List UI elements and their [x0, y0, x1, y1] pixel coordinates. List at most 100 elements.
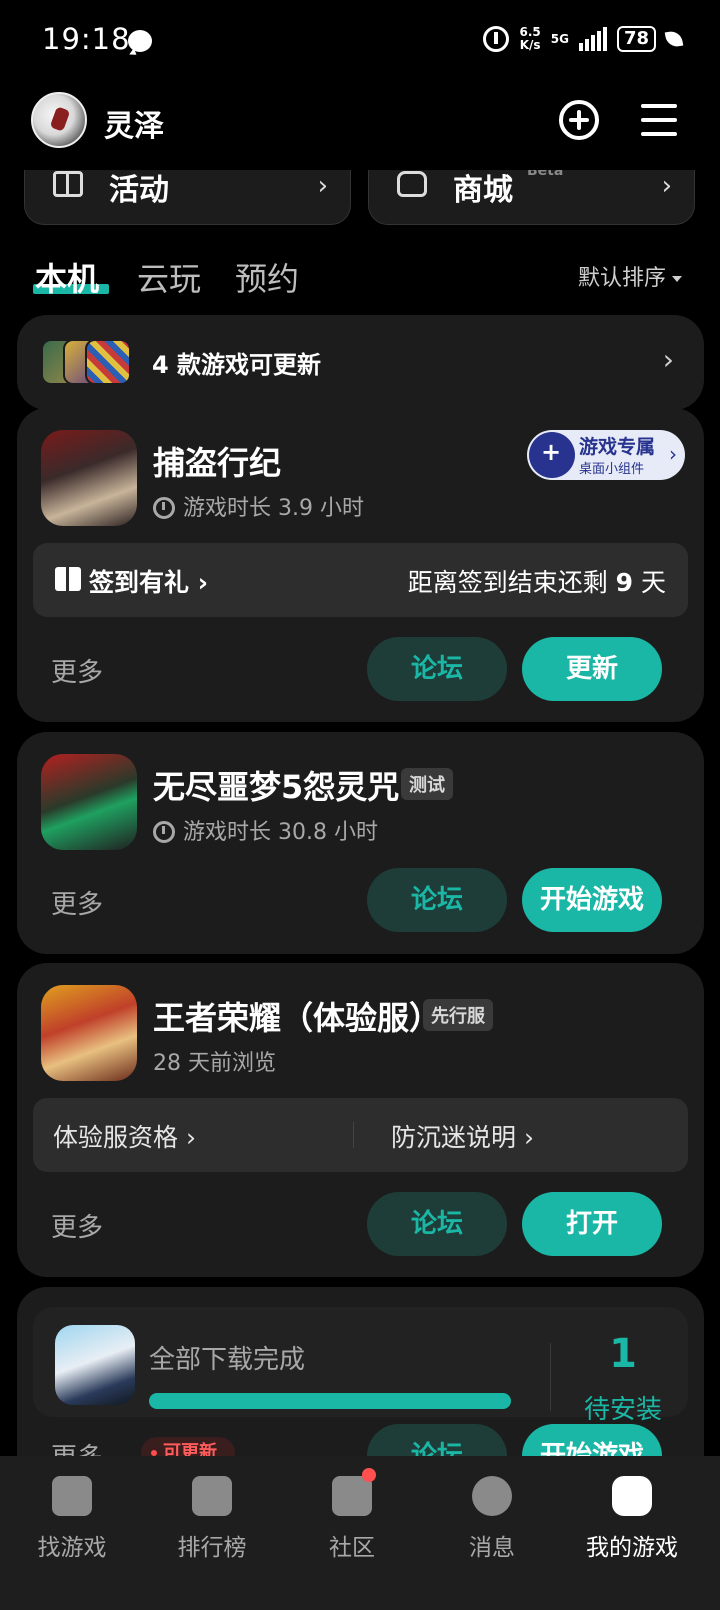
game-title: 王者荣耀（体验服） [153, 999, 442, 1037]
forum-button[interactable]: 论坛 [367, 1192, 507, 1256]
tab-reserve[interactable]: 预约 [235, 254, 299, 300]
nav-rankings[interactable]: 排行榜 [140, 1456, 284, 1610]
ranking-icon [192, 1476, 232, 1516]
game-icon[interactable] [41, 754, 137, 850]
network-type: 5G [550, 32, 569, 46]
nav-label: 找游戏 [37, 1535, 107, 1561]
nav-label: 社区 [329, 1535, 375, 1561]
signin-reward-link[interactable]: 签到有礼 › [89, 563, 208, 599]
divider [353, 1122, 354, 1148]
network-speed-unit: K/s [519, 38, 541, 52]
game-title: 捕盗行纪 [153, 444, 282, 482]
nav-find-games[interactable]: 找游戏 [0, 1456, 144, 1610]
countdown-days: 9 [615, 568, 634, 597]
download-status-text: 全部下载完成 [149, 1345, 306, 1375]
download-status-box[interactable]: 全部下载完成 1 待安装 [33, 1307, 688, 1425]
widget-badge-title: 游戏专属 [579, 436, 656, 458]
tab-bar: 本机 云玩 预约 默认排序 [0, 250, 720, 300]
desktop-widget-badge[interactable]: 游戏专属 桌面小组件 › [527, 430, 685, 480]
playtime: 游戏时长 30.8 小时 [153, 814, 378, 846]
chevron-right-icon: › [661, 171, 672, 201]
timer-icon [153, 497, 175, 519]
update-game-icons [41, 339, 133, 385]
tab-cloud[interactable]: 云玩 [137, 254, 201, 300]
game-card: 王者荣耀（体验服） 先行服 28 天前浏览 体验服资格 › 防沉迷说明 › 更多… [17, 963, 704, 1277]
update-count-text: 4 款游戏可更新 [152, 351, 322, 379]
game-icon[interactable] [41, 430, 137, 526]
nav-label: 排行榜 [177, 1535, 247, 1561]
game-title: 无尽噩梦5怨灵咒 [153, 768, 400, 806]
playtime-text: 游戏时长 30.8 小时 [183, 820, 378, 845]
nav-my-games[interactable]: 我的游戏 [560, 1456, 704, 1610]
divider [550, 1343, 551, 1411]
add-circle-icon[interactable] [559, 100, 599, 140]
avatar[interactable] [31, 92, 87, 148]
nav-label: 我的游戏 [586, 1535, 678, 1561]
game-icon [55, 1325, 135, 1405]
game-card: 无尽噩梦5怨灵咒 测试 游戏时长 30.8 小时 更多 论坛 开始游戏 [17, 732, 704, 954]
anti-addiction-link[interactable]: 防沉迷说明 › [391, 1118, 534, 1154]
widget-badge-subtitle: 桌面小组件 [579, 462, 645, 477]
status-indicators: 6.5 K/s 5G 78 [483, 26, 684, 52]
tab-local[interactable]: 本机 [35, 254, 99, 300]
forum-button[interactable]: 论坛 [367, 868, 507, 932]
download-progress-bar [149, 1393, 511, 1409]
username[interactable]: 灵泽 [104, 101, 164, 145]
forum-button[interactable]: 论坛 [367, 637, 507, 701]
message-icon [472, 1476, 512, 1516]
nav-messages[interactable]: 消息 [420, 1456, 564, 1610]
find-game-icon [52, 1476, 92, 1516]
timer-icon [153, 821, 175, 843]
update-notice-card[interactable]: 4 款游戏可更新 › [17, 315, 704, 410]
chevron-right-icon: › [317, 171, 328, 201]
status-bar: 19:18 6.5 K/s 5G 78 [0, 0, 720, 84]
caret-down-icon [672, 276, 682, 282]
shop-label: 商城 [453, 173, 513, 208]
trial-server-eligibility-link[interactable]: 体验服资格 › [53, 1118, 196, 1154]
sort-dropdown[interactable]: 默认排序 [578, 260, 682, 292]
notification-dot [362, 1468, 376, 1482]
power-saving-icon [664, 29, 684, 49]
more-link[interactable]: 更多 [51, 652, 103, 689]
gift-box-icon [53, 171, 83, 197]
countdown-suffix: 天 [633, 568, 666, 597]
chevron-right-icon: › [669, 442, 677, 466]
my-games-icon [612, 1476, 652, 1516]
more-link[interactable]: 更多 [51, 884, 103, 921]
start-game-button[interactable]: 开始游戏 [522, 868, 662, 932]
sort-label: 默认排序 [577, 266, 666, 291]
bottom-navigation: 找游戏 排行榜 社区 消息 我的游戏 [0, 1456, 720, 1610]
community-icon [332, 1476, 372, 1516]
menu-icon[interactable] [641, 104, 677, 136]
data-saver-icon [483, 26, 510, 52]
signal-icon [578, 27, 607, 51]
gamepad-icon [529, 432, 575, 478]
nav-community[interactable]: 社区 [280, 1456, 424, 1610]
game-icon[interactable] [41, 985, 137, 1081]
battery-indicator: 78 [616, 26, 656, 52]
game-card: 捕盗行纪 游戏时长 3.9 小时 游戏专属 桌面小组件 › 签到有礼 › 距离签… [17, 408, 704, 722]
open-button[interactable]: 打开 [522, 1192, 662, 1256]
more-link[interactable]: 更多 [51, 1207, 103, 1244]
playtime: 游戏时长 3.9 小时 [153, 490, 364, 522]
signin-countdown: 距离签到结束还剩 9 天 [408, 563, 666, 599]
countdown-prefix: 距离签到结束还剩 [407, 568, 616, 597]
shop-bag-icon [397, 171, 427, 197]
status-time: 19:18 [42, 22, 131, 56]
header: 灵泽 [0, 84, 720, 166]
gift-icon [55, 567, 81, 591]
pending-install-count: 1 [609, 1331, 637, 1377]
activity-label: 活动 [109, 173, 169, 208]
chat-notification-icon [128, 30, 152, 52]
update-button[interactable]: 更新 [522, 637, 662, 701]
nav-label: 消息 [469, 1535, 515, 1561]
info-links-bar: 体验服资格 › 防沉迷说明 › [33, 1098, 688, 1172]
playtime-text: 游戏时长 3.9 小时 [183, 496, 364, 521]
pending-install-label: 待安装 [583, 1395, 662, 1425]
last-viewed: 28 天前浏览 [153, 1051, 276, 1076]
network-speed: 6.5 K/s [519, 26, 540, 52]
signin-bar[interactable]: 签到有礼 › 距离签到结束还剩 9 天 [33, 543, 688, 617]
test-tag: 测试 [401, 768, 453, 800]
early-access-tag: 先行服 [423, 999, 493, 1031]
chevron-right-icon: › [662, 343, 674, 376]
